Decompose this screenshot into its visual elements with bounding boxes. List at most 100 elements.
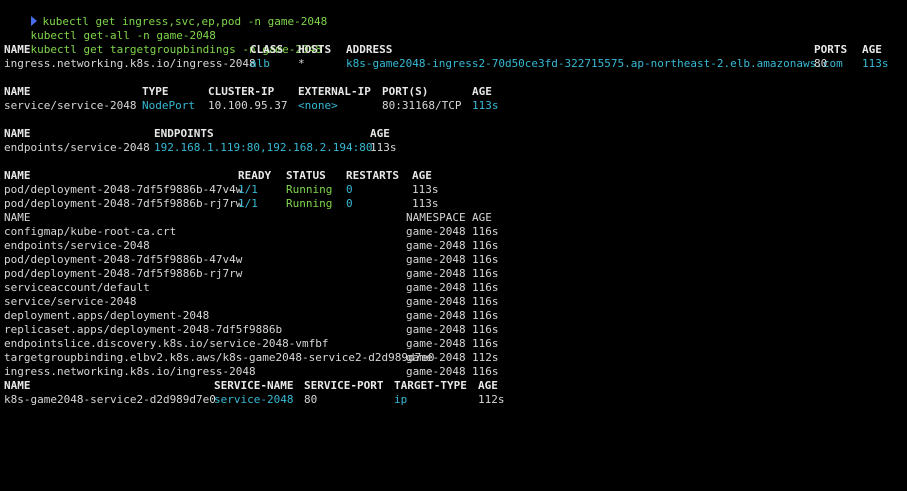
endpoints-name: endpoints/service-2048 bbox=[4, 141, 150, 154]
resource-namespace: game-2048 bbox=[406, 309, 466, 322]
column-header: STATUS bbox=[286, 169, 326, 182]
getall-header-row: NAME NAMESPACE AGE bbox=[4, 211, 904, 225]
table-row: pod/deployment-2048-7df5f9886b-rj7rw 1/1… bbox=[4, 197, 904, 211]
service-external-ip: <none> bbox=[298, 99, 338, 112]
service-header-row: NAME TYPE CLUSTER-IP EXTERNAL-IP PORT(S)… bbox=[4, 85, 904, 99]
table-row: endpointslice.discovery.k8s.io/service-2… bbox=[4, 337, 904, 351]
command-line: kubectl get-all -n game-2048 bbox=[4, 15, 216, 42]
resource-namespace: game-2048 bbox=[406, 323, 466, 336]
column-header: HOSTS bbox=[298, 43, 332, 56]
resource-age: 116s bbox=[472, 323, 499, 336]
column-header: SERVICE-PORT bbox=[304, 379, 384, 392]
column-header: CLUSTER-IP bbox=[208, 85, 275, 98]
ingress-class: alb bbox=[250, 57, 270, 70]
table-row: pod/deployment-2048-7df5f9886b-47v4w 1/1… bbox=[4, 183, 904, 197]
service-name: service/service-2048 bbox=[4, 99, 137, 112]
service-ports: 80:31168/TCP bbox=[382, 99, 462, 112]
column-header: NAME bbox=[4, 85, 31, 98]
column-header: ENDPOINTS bbox=[154, 127, 214, 140]
endpoints-row: endpoints/service-2048 192.168.1.119:80,… bbox=[4, 141, 904, 155]
column-header: NAME bbox=[4, 169, 31, 182]
resource-age: 116s bbox=[472, 239, 499, 252]
pod-age: 113s bbox=[412, 183, 439, 196]
tgb-header-row: NAME SERVICE-NAME SERVICE-PORT TARGET-TY… bbox=[4, 379, 904, 393]
table-row: targetgroupbinding.elbv2.k8s.aws/k8s-gam… bbox=[4, 351, 904, 365]
table-row: replicaset.apps/deployment-2048-7df5f988… bbox=[4, 323, 904, 337]
resource-name: endpoints/service-2048 bbox=[4, 239, 150, 252]
column-header: PORTS bbox=[814, 43, 848, 56]
table-row: endpoints/service-2048 game-2048 116s bbox=[4, 239, 904, 253]
resource-namespace: game-2048 bbox=[406, 295, 466, 308]
service-age: 113s bbox=[472, 99, 499, 112]
column-header: AGE bbox=[862, 43, 882, 56]
resource-age: 116s bbox=[472, 225, 499, 238]
resource-namespace: game-2048 bbox=[406, 267, 466, 280]
column-header: AGE bbox=[478, 379, 498, 392]
endpoints-header-row: NAME ENDPOINTS AGE bbox=[4, 127, 904, 141]
tgb-age: 112s bbox=[478, 393, 505, 406]
column-header: NAME bbox=[4, 127, 31, 140]
tgb-service-port: 80 bbox=[304, 393, 318, 406]
service-row: service/service-2048 NodePort 10.100.95.… bbox=[4, 99, 904, 113]
ingress-name: ingress.networking.k8s.io/ingress-2048 bbox=[4, 57, 256, 70]
table-row: pod/deployment-2048-7df5f9886b-47v4w game… bbox=[4, 253, 904, 267]
resource-age: 116s bbox=[472, 337, 499, 350]
tgb-target-type: ip bbox=[394, 393, 408, 406]
command-line: kubectl get targetgroupbindings -n game-… bbox=[4, 29, 322, 56]
resource-age: 116s bbox=[472, 295, 499, 308]
endpoints-age: 113s bbox=[370, 141, 397, 154]
resource-name: serviceaccount/default bbox=[4, 281, 150, 294]
column-header: AGE bbox=[472, 85, 492, 98]
resource-namespace: game-2048 bbox=[406, 337, 466, 350]
column-header: NAME bbox=[4, 379, 31, 392]
column-header: TARGET-TYPE bbox=[394, 379, 467, 392]
column-header: READY bbox=[238, 169, 272, 182]
column-header: RESTARTS bbox=[346, 169, 399, 182]
column-header: AGE bbox=[370, 127, 390, 140]
resource-namespace: game-2048 bbox=[406, 351, 466, 364]
resource-namespace: game-2048 bbox=[406, 225, 466, 238]
ingress-ports: 80 bbox=[814, 57, 828, 70]
resource-name: pod/deployment-2048-7df5f9886b-rj7rw bbox=[4, 267, 243, 280]
ingress-hosts: * bbox=[298, 57, 305, 70]
service-type: NodePort bbox=[142, 99, 195, 112]
resource-name: ingress.networking.k8s.io/ingress-2048 bbox=[4, 365, 256, 378]
resource-namespace: game-2048 bbox=[406, 365, 466, 378]
endpoints-list: 192.168.1.119:80,192.168.2.194:80 bbox=[154, 141, 373, 154]
resource-age: 112s bbox=[472, 351, 499, 364]
column-header: NAME bbox=[4, 43, 31, 56]
ingress-row: ingress.networking.k8s.io/ingress-2048 a… bbox=[4, 57, 904, 71]
resource-namespace: game-2048 bbox=[406, 253, 466, 266]
column-header: PORT(S) bbox=[382, 85, 429, 98]
resource-name: endpointslice.discovery.k8s.io/service-2… bbox=[4, 337, 329, 350]
table-row: deployment.apps/deployment-2048 game-2048… bbox=[4, 309, 904, 323]
resource-name: pod/deployment-2048-7df5f9886b-47v4w bbox=[4, 253, 243, 266]
table-row: ingress.networking.k8s.io/ingress-2048 ga… bbox=[4, 365, 904, 379]
service-cluster-ip: 10.100.95.37 bbox=[208, 99, 288, 112]
column-header: NAME bbox=[4, 211, 31, 224]
pod-ready: 1/1 bbox=[238, 197, 258, 210]
ingress-address: k8s-game2048-ingress2-70d50ce3fd-3227155… bbox=[346, 57, 843, 70]
column-header: SERVICE-NAME bbox=[214, 379, 294, 392]
table-row: configmap/kube-root-ca.crt game-2048 116s bbox=[4, 225, 904, 239]
command-line: kubectl get ingress,svc,ep,pod -n game-2… bbox=[4, 1, 327, 28]
resource-age: 116s bbox=[472, 267, 499, 280]
resource-name: service/service-2048 bbox=[4, 295, 137, 308]
pod-status: Running bbox=[286, 197, 333, 210]
resource-name: configmap/kube-root-ca.crt bbox=[4, 225, 177, 238]
resource-age: 116s bbox=[472, 253, 499, 266]
tgb-service-name: service-2048 bbox=[214, 393, 294, 406]
tgb-row: k8s-game2048-service2-d2d989d7e0 service… bbox=[4, 393, 904, 407]
resource-name: deployment.apps/deployment-2048 bbox=[4, 309, 210, 322]
resource-age: 116s bbox=[472, 309, 499, 322]
pod-restarts: 0 bbox=[346, 183, 353, 196]
terminal-window[interactable]: kubectl get ingress,svc,ep,pod -n game-2… bbox=[0, 0, 907, 410]
pod-age: 113s bbox=[412, 197, 439, 210]
tgb-name: k8s-game2048-service2-d2d989d7e0 bbox=[4, 393, 216, 406]
resource-namespace: game-2048 bbox=[406, 281, 466, 294]
column-header: AGE bbox=[472, 211, 492, 224]
column-header: NAMESPACE bbox=[406, 211, 466, 224]
pod-name: pod/deployment-2048-7df5f9886b-rj7rw bbox=[4, 197, 243, 210]
column-header: ADDRESS bbox=[346, 43, 393, 56]
resource-age: 116s bbox=[472, 281, 499, 294]
